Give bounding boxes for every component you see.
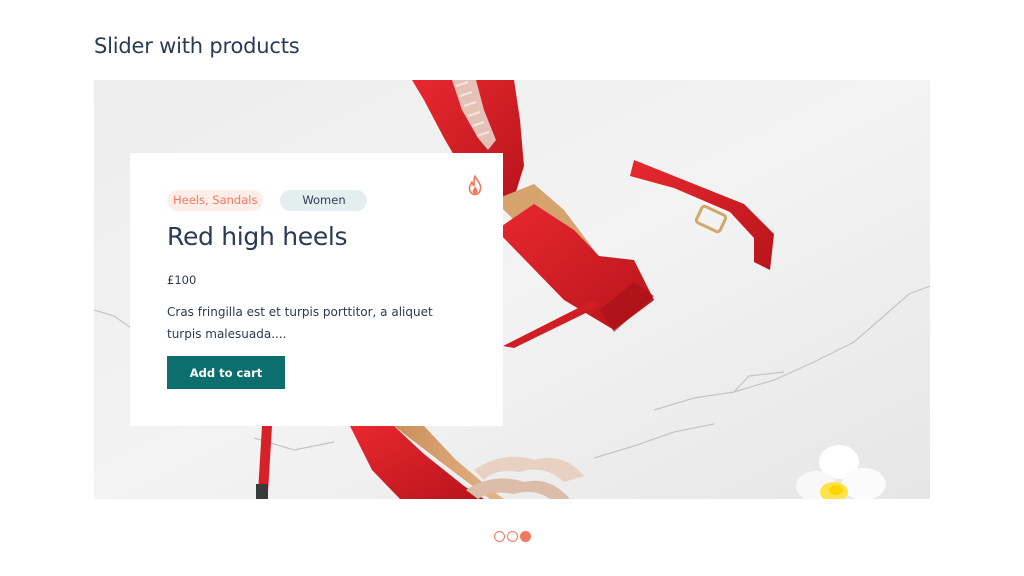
slider-pagination bbox=[494, 531, 531, 542]
fire-icon[interactable] bbox=[466, 175, 484, 196]
product-name[interactable]: Red high heels bbox=[167, 222, 348, 251]
slider-dot-2[interactable] bbox=[507, 531, 518, 542]
slider-dot-3-active[interactable] bbox=[520, 531, 531, 542]
section-title: Slider with products bbox=[94, 34, 300, 58]
product-tags: Heels, Sandals Women bbox=[167, 190, 368, 211]
product-price: £100 bbox=[167, 273, 197, 287]
category-tag[interactable]: Heels, Sandals bbox=[167, 190, 264, 211]
product-slider[interactable]: Heels, Sandals Women Red high heels £100… bbox=[94, 80, 930, 499]
slider-dot-1[interactable] bbox=[494, 531, 505, 542]
add-to-cart-button[interactable]: Add to cart bbox=[167, 356, 285, 389]
product-description: Cras fringilla est et turpis porttitor, … bbox=[167, 305, 433, 341]
gender-tag[interactable]: Women bbox=[280, 190, 368, 211]
product-card: Heels, Sandals Women Red high heels £100… bbox=[130, 153, 503, 426]
